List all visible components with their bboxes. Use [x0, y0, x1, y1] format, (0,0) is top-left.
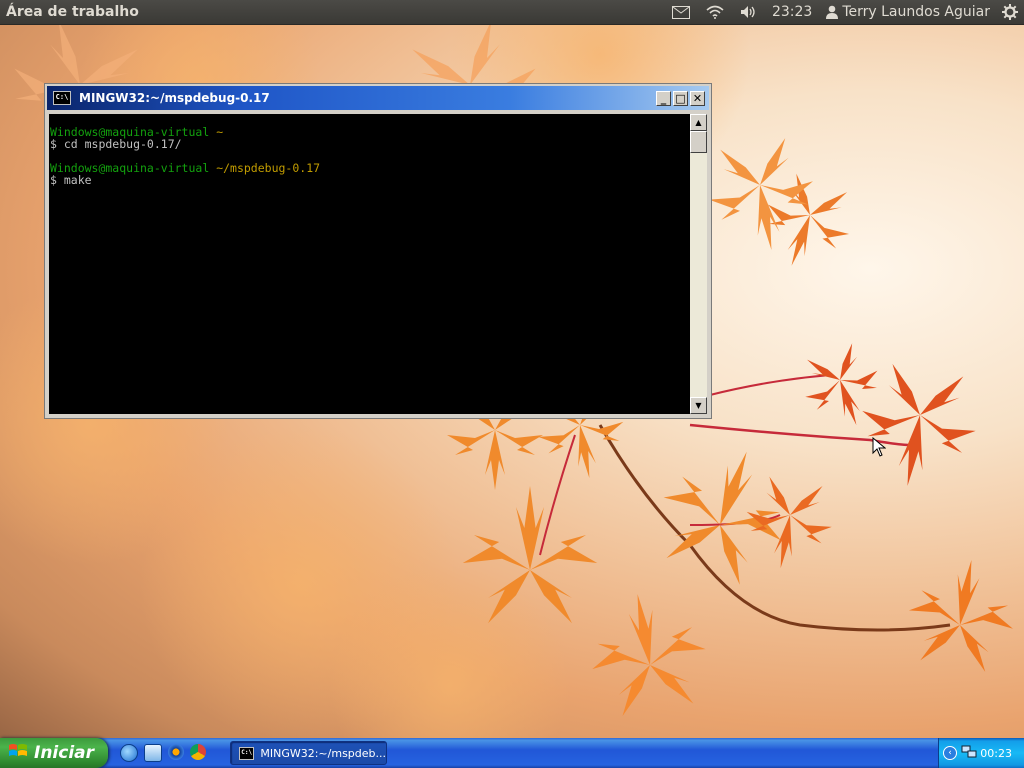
volume-icon[interactable] — [732, 0, 766, 24]
window-title: MINGW32:~/mspdebug-0.17 — [79, 91, 270, 105]
console-line: Windows@maquina-virtual ~/mspdebug-0.17 — [50, 162, 690, 174]
console-line: $ cd mspdebug-0.17/ — [50, 137, 182, 151]
minimize-button[interactable]: _ — [656, 90, 671, 106]
ie-icon[interactable] — [120, 744, 138, 762]
console-line: $ make — [50, 173, 92, 187]
task-item-label: MINGW32:~/mspdeb... — [260, 746, 386, 760]
network-icon[interactable] — [961, 745, 977, 762]
close-button[interactable]: ✕ — [690, 90, 705, 106]
windows-logo-icon — [8, 742, 28, 765]
window-titlebar[interactable]: C:\ MINGW32:~/mspdebug-0.17 _ □ ✕ — [47, 86, 709, 110]
console-output[interactable]: Windows@maquina-virtual ~ $ cd mspdebug-… — [49, 114, 690, 414]
chevron-left-icon[interactable]: ‹ — [943, 746, 957, 760]
console-window[interactable]: C:\ MINGW32:~/mspdebug-0.17 _ □ ✕ Window… — [44, 83, 712, 419]
user-name: Terry Laundos Aguiar — [842, 4, 990, 20]
wifi-icon[interactable] — [698, 0, 732, 24]
start-button[interactable]: Iniciar — [0, 738, 108, 768]
vertical-scrollbar[interactable]: ▲ ▼ — [690, 114, 707, 414]
mail-icon[interactable] — [664, 0, 698, 24]
panel-clock[interactable]: 23:23 — [766, 0, 818, 24]
mouse-cursor-icon — [872, 437, 886, 457]
chrome-icon[interactable] — [190, 744, 206, 760]
scroll-down-button[interactable]: ▼ — [690, 397, 707, 414]
console-icon: C:\ — [239, 746, 255, 760]
system-tray: ‹ 00:23 — [938, 738, 1024, 768]
gear-icon[interactable] — [996, 0, 1024, 24]
console-icon: C:\ — [53, 91, 71, 105]
tray-clock[interactable]: 00:23 — [980, 747, 1012, 760]
scroll-up-button[interactable]: ▲ — [690, 114, 707, 131]
user-menu[interactable]: Terry Laundos Aguiar — [818, 0, 996, 24]
maximize-button[interactable]: □ — [673, 90, 688, 106]
indicator-area: 23:23 Terry Laundos Aguiar — [664, 0, 1024, 24]
taskbar: Iniciar C:\ MINGW32:~/mspdeb... ‹ 00:23 — [0, 738, 1024, 768]
app-title: Área de trabalho — [6, 4, 139, 20]
window-controls: _ □ ✕ — [656, 90, 705, 106]
media-player-icon[interactable] — [168, 744, 184, 760]
top-panel: Área de trabalho 23:23 Terry Laundos Agu… — [0, 0, 1024, 25]
prompt-path: ~ — [216, 125, 224, 139]
user-icon — [826, 5, 839, 19]
start-label: Iniciar — [34, 743, 95, 763]
prompt-path: ~/mspdebug-0.17 — [216, 161, 321, 175]
quick-launch — [120, 744, 206, 762]
recycle-icon[interactable] — [144, 744, 162, 762]
taskbar-item-console[interactable]: C:\ MINGW32:~/mspdeb... — [230, 741, 387, 765]
scroll-thumb[interactable] — [690, 131, 707, 153]
